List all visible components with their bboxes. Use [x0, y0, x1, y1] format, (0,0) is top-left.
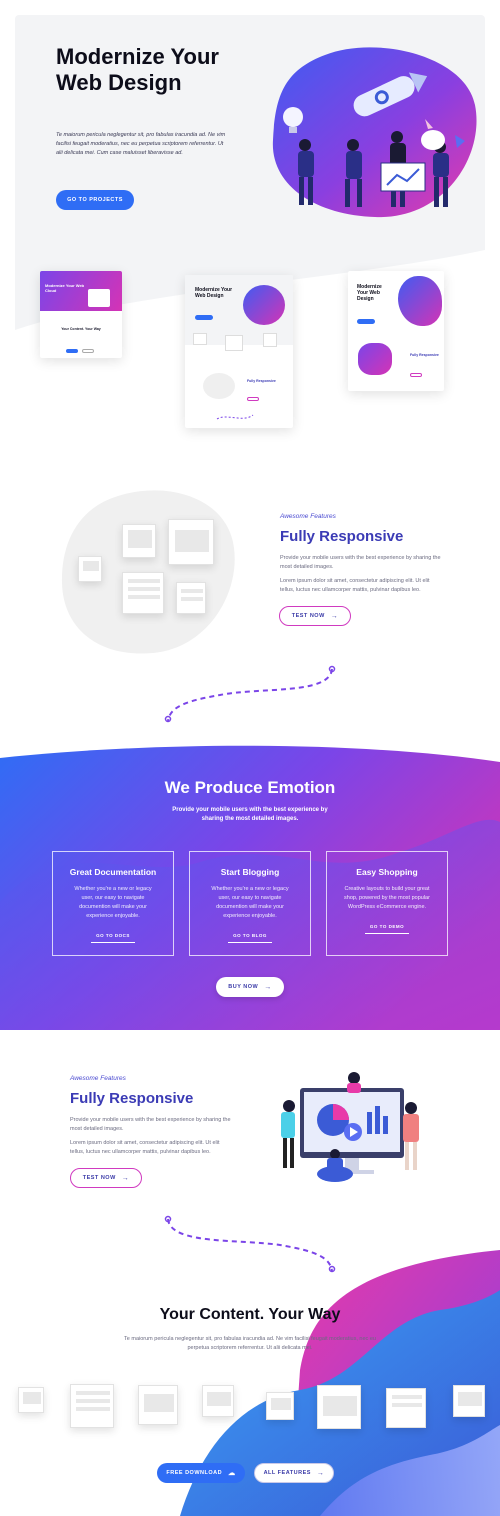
preview-left-screen	[88, 289, 110, 307]
hero-title: Modernize Your Web Design	[56, 44, 276, 96]
preview-middle-btn	[195, 315, 213, 320]
feature1-test-now-label: TEST NOW	[291, 613, 325, 619]
go-to-demo-link[interactable]: GO TO DEMO	[365, 924, 409, 934]
go-to-projects-button[interactable]: GO TO PROJECTS	[56, 190, 134, 210]
hero-title-line1: Modernize Your	[56, 44, 219, 69]
preview-right[interactable]: Modernize Your Web Design Fully Responsi…	[348, 271, 444, 391]
card-blogging-text: Whether you're a new or legacy user, our…	[211, 886, 289, 919]
feature1-eyebrow: Awesome Features	[280, 513, 336, 520]
feature1-tile-2	[168, 519, 214, 565]
final-tile-5	[266, 1392, 294, 1420]
preview-middle-tile-3	[263, 333, 277, 347]
hero-text: Te maiorum pericula neglegentur sit, pro…	[56, 132, 226, 156]
preview-left-btn	[66, 349, 78, 353]
feature2-eyebrow: Awesome Features	[70, 1075, 126, 1082]
final-tile-7	[386, 1388, 426, 1428]
feature1-tile-5	[176, 582, 206, 614]
final-tile-3	[138, 1385, 178, 1425]
feature2-title: Fully Responsive	[70, 1090, 194, 1107]
go-to-docs-link[interactable]: GO TO DOCS	[91, 933, 135, 943]
preview-right-feature: Fully Responsive	[410, 353, 439, 357]
preview-middle-blob	[243, 285, 285, 325]
preview-left-sub: Your Content. Your Way	[61, 327, 101, 331]
feature2-para1: Provide your mobile users with the best …	[70, 1117, 231, 1132]
preview-middle-feature-btn	[247, 397, 259, 401]
dashed-connector-1	[164, 665, 336, 723]
feature1-test-now-button[interactable]: TEST NOW →	[279, 606, 351, 626]
card-documentation: Great Documentation Whether you're a new…	[52, 851, 174, 956]
free-download-label: FREE DOWNLOAD	[166, 1470, 223, 1476]
preview-right-feature-btn	[410, 373, 422, 377]
preview-left[interactable]: Modernize Your Web Cloud Your Content. Y…	[40, 271, 122, 358]
preview-middle-curve	[216, 414, 254, 420]
preview-middle[interactable]: Modernize Your Web Design Fully Responsi…	[185, 275, 293, 428]
hero-title-line2: Web Design	[56, 70, 182, 95]
all-features-button[interactable]: ALL FEATURES →	[254, 1463, 334, 1483]
preview-middle-feature: Fully Responsive	[247, 379, 276, 383]
preview-middle-tile-2	[225, 335, 243, 351]
preview-right-title: Modernize Your Web Design	[357, 284, 382, 302]
card-shopping-text: Creative layouts to build your great sho…	[344, 886, 430, 910]
feature1-para1: Provide your mobile users with the best …	[280, 555, 441, 570]
card-blogging-title: Start Blogging	[220, 867, 280, 877]
preview-right-blob-2	[358, 343, 392, 375]
hero-illustration	[272, 47, 477, 218]
feature1-tile-3	[78, 556, 102, 582]
final-text: Te maiorum pericula neglegentur sit, pro…	[124, 1336, 376, 1351]
feature1-title: Fully Responsive	[280, 528, 404, 545]
preview-right-blob	[398, 276, 442, 326]
feature2-test-now-button[interactable]: TEST NOW →	[70, 1168, 142, 1188]
final-tile-1	[18, 1387, 44, 1413]
buy-now-label: BUY NOW	[228, 984, 259, 990]
emotion-title: We Produce Emotion	[164, 778, 336, 797]
feature1-para2: Lorem ipsum dolor sit amet, consectetur …	[280, 578, 430, 593]
card-shopping: Easy Shopping Creative layouts to build …	[326, 851, 448, 956]
feature1-tile-1	[122, 524, 156, 558]
preview-middle-gray-blob	[203, 373, 235, 399]
final-tile-2	[70, 1384, 114, 1428]
all-features-label: ALL FEATURES	[263, 1470, 311, 1476]
emotion-subtitle: Provide your mobile users with the best …	[172, 807, 328, 822]
feature2-illustration	[281, 1072, 419, 1182]
card-documentation-title: Great Documentation	[69, 867, 157, 877]
preview-left-title: Modernize Your Web Cloud	[45, 283, 85, 293]
buy-now-button[interactable]: BUY NOW →	[216, 977, 284, 997]
free-download-button[interactable]: FREE DOWNLOAD ☁	[157, 1463, 245, 1483]
preview-right-title-3: Design	[357, 296, 374, 302]
final-tile-6	[317, 1385, 361, 1429]
final-title: Your Content. Your Way	[159, 1306, 341, 1323]
feature1-tile-4	[122, 572, 164, 614]
preview-middle-tile-1	[193, 333, 207, 345]
feature2-test-now-label: TEST NOW	[82, 1175, 116, 1181]
go-to-blog-link[interactable]: GO TO BLOG	[228, 933, 272, 943]
preview-middle-title-2: Web Design	[195, 293, 224, 299]
preview-right-btn	[357, 319, 375, 324]
arrow-right-icon: →	[121, 1174, 130, 1182]
cloud-download-icon: ☁	[228, 1470, 236, 1477]
arrow-right-icon: →	[316, 1469, 325, 1477]
final-tile-4	[202, 1385, 234, 1417]
feature2-para2: Lorem ipsum dolor sit amet, consectetur …	[70, 1140, 220, 1155]
final-tile-8	[453, 1385, 485, 1417]
preview-middle-title: Modernize Your Web Design	[195, 287, 232, 299]
arrow-right-icon: →	[264, 983, 272, 991]
arrow-right-icon: →	[330, 612, 339, 620]
card-blogging: Start Blogging Whether you're a new or l…	[189, 851, 311, 956]
preview-left-btn2	[82, 349, 94, 353]
card-shopping-title: Easy Shopping	[356, 867, 418, 877]
card-documentation-text: Whether you're a new or legacy user, our…	[74, 886, 152, 919]
